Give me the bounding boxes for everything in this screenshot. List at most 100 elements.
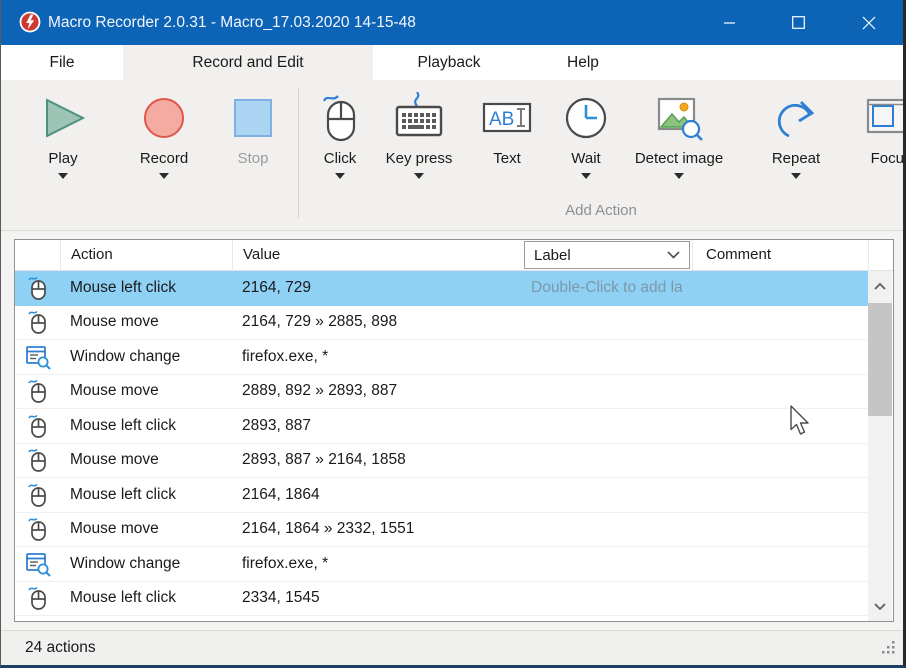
action-cell: Mouse move: [60, 451, 232, 469]
toolbar-button[interactable]: Focus: [841, 90, 906, 202]
menu-tab[interactable]: Help: [525, 45, 641, 80]
window-change-icon: [15, 551, 60, 577]
value-cell: 2893, 887: [232, 417, 519, 435]
value-cell: 2164, 729 » 2885, 898: [232, 313, 519, 331]
table-row[interactable]: Mouse left click 2164, 729 Double-Click …: [15, 271, 869, 306]
dropdown-arrow-icon[interactable]: [414, 173, 424, 179]
dropdown-arrow-icon[interactable]: [674, 173, 684, 179]
column-header-label: Label: [525, 247, 667, 264]
chevron-down-icon: [873, 602, 887, 611]
mouse-icon: [15, 309, 60, 335]
toolbar-button-label: Text: [493, 150, 521, 167]
minimize-button[interactable]: [707, 0, 753, 45]
menu-tabbar: File Record and Edit Playback Help: [1, 45, 903, 80]
table-row[interactable]: Mouse left click 2164, 1864: [15, 478, 869, 513]
action-count: 24 actions: [25, 631, 96, 665]
value-cell: 2164, 1864 » 2332, 1551: [232, 520, 519, 538]
toolbar-button[interactable]: Detect image: [619, 90, 739, 202]
play-icon: [37, 90, 89, 146]
table-row[interactable]: Window change firefox.exe, *: [15, 547, 869, 582]
svg-text:AB: AB: [489, 109, 514, 130]
table-row[interactable]: Window change firefox.exe, *: [15, 340, 869, 375]
dropdown-arrow-icon[interactable]: [335, 173, 345, 179]
value-cell: 2164, 729: [232, 279, 519, 297]
action-cell: Window change: [60, 348, 232, 366]
clock-icon: [560, 90, 612, 146]
dropdown-arrow-icon[interactable]: [581, 173, 591, 179]
chevron-up-icon: [873, 282, 887, 291]
toolbar-button-label: Key press: [386, 150, 453, 167]
value-cell: firefox.exe, *: [232, 555, 519, 573]
stop-icon: [227, 90, 279, 146]
menu-tab-label: Help: [567, 54, 599, 72]
toolbar-button[interactable]: Key press: [369, 90, 469, 202]
toolbar-button[interactable]: Stop: [203, 90, 303, 202]
app-logo-lightning-icon: [18, 10, 42, 34]
mouse-icon: [15, 447, 60, 473]
value-cell: 2164, 1864: [232, 486, 519, 504]
focus-icon: [865, 90, 906, 146]
toolbar-button-label: Repeat: [772, 150, 820, 167]
detect-image-icon: [653, 90, 705, 146]
menu-tab[interactable]: Playback: [373, 45, 525, 80]
maximize-button[interactable]: [775, 0, 821, 45]
toolbar-button-label: Focus: [871, 150, 906, 167]
scrollbar-thumb[interactable]: [868, 303, 892, 416]
mouse-icon: [15, 413, 60, 439]
menu-tab-label: Record and Edit: [192, 54, 303, 72]
menu-tab[interactable]: Record and Edit: [123, 45, 373, 80]
value-cell: 2893, 887 » 2164, 1858: [232, 451, 519, 469]
toolbar-button[interactable]: Repeat: [746, 90, 846, 202]
repeat-arrow-icon: [770, 90, 822, 146]
actions-table: Action Value Label Comment Mouse left cl…: [14, 239, 894, 622]
vertical-scrollbar[interactable]: [868, 271, 892, 621]
ribbon-group-label: Add Action: [298, 202, 904, 219]
action-cell: Mouse left click: [60, 417, 232, 435]
scroll-down-button[interactable]: [868, 591, 892, 621]
label-filter-dropdown[interactable]: Label: [524, 241, 690, 269]
menu-tab-label: File: [50, 54, 75, 72]
mouse-icon: [15, 275, 60, 301]
label-cell[interactable]: Double-Click to add la: [519, 279, 687, 297]
toolbar-button[interactable]: Play: [13, 90, 113, 202]
record-icon: [138, 90, 190, 146]
action-cell: Mouse move: [60, 382, 232, 400]
close-button[interactable]: [846, 0, 892, 45]
menu-tab[interactable]: File: [1, 45, 123, 80]
toolbar-button-label: Play: [48, 150, 77, 167]
menu-tab-label: Playback: [418, 54, 481, 72]
text-abi-icon: AB: [481, 90, 533, 146]
toolbar-button-label: Record: [140, 150, 188, 167]
table-row[interactable]: Mouse left click 2893, 887: [15, 409, 869, 444]
toolbar-button-label: Detect image: [635, 150, 723, 167]
mouse-icon: [314, 90, 366, 146]
table-row[interactable]: Mouse move 2164, 1864 » 2332, 1551: [15, 513, 869, 548]
resize-grip[interactable]: [879, 638, 897, 661]
titlebar: Macro Recorder 2.0.31 - Macro_17.03.2020…: [1, 0, 903, 45]
table-row[interactable]: Mouse move 2889, 892 » 2893, 887: [15, 375, 869, 410]
value-cell: 2889, 892 » 2893, 887: [232, 382, 519, 400]
mouse-icon: [15, 378, 60, 404]
column-header-comment[interactable]: Comment: [692, 240, 868, 271]
maximize-icon: [792, 16, 805, 29]
dropdown-arrow-icon[interactable]: [159, 173, 169, 179]
header-separator: [868, 240, 869, 271]
table-header: Action Value Label Comment: [15, 240, 893, 271]
column-header-action[interactable]: Action: [60, 240, 232, 271]
mouse-icon: [15, 516, 60, 542]
keyboard-icon: [393, 90, 445, 146]
table-row[interactable]: Mouse move 2893, 887 » 2164, 1858: [15, 444, 869, 479]
mouse-icon: [15, 482, 60, 508]
table-row[interactable]: Mouse move 2164, 729 » 2885, 898: [15, 306, 869, 341]
action-cell: Window change: [60, 555, 232, 573]
minimize-icon: [724, 17, 736, 29]
dropdown-arrow-icon[interactable]: [58, 173, 68, 179]
column-header-value[interactable]: Value: [232, 240, 519, 271]
action-cell: Mouse left click: [60, 589, 232, 607]
table-row[interactable]: Mouse left click 2334, 1545: [15, 582, 869, 617]
ribbon-separator: [298, 88, 299, 218]
value-cell: 2334, 1545: [232, 589, 519, 607]
dropdown-arrow-icon[interactable]: [791, 173, 801, 179]
scroll-up-button[interactable]: [868, 271, 892, 301]
toolbar-button[interactable]: Record: [114, 90, 214, 202]
